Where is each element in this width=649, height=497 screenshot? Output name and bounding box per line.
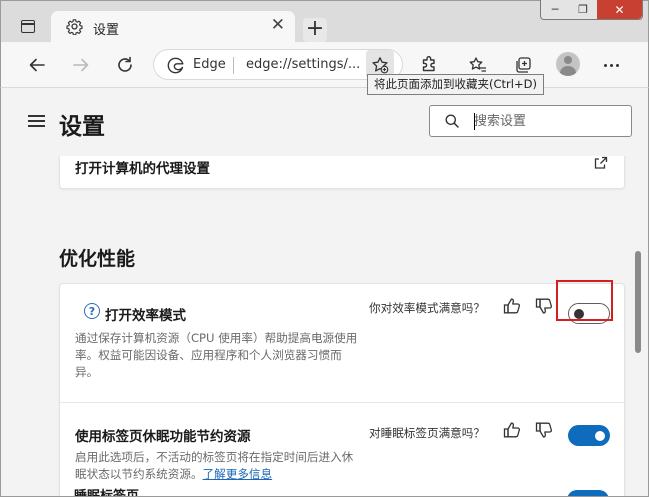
sleeping-tabs-toggle[interactable] bbox=[568, 425, 610, 446]
settings-content: 打开计算机的代理设置 优化性能 ? 打开效率模式 通过保存计算机资源（CPU 使… bbox=[0, 156, 649, 497]
collections-icon bbox=[516, 57, 531, 73]
thumbs-up-icon[interactable] bbox=[502, 420, 522, 440]
thumbs-down-icon[interactable] bbox=[534, 420, 554, 440]
restore-button[interactable]: ❐ bbox=[569, 0, 597, 19]
help-icon[interactable]: ? bbox=[84, 303, 100, 319]
tab-title: 设置 bbox=[93, 23, 120, 38]
refresh-icon bbox=[118, 56, 132, 72]
external-link-icon[interactable] bbox=[594, 156, 608, 170]
sleeping-tabs-title: 使用标签页休眠功能节约资源 bbox=[75, 429, 251, 445]
minimize-button[interactable]: ─ bbox=[541, 0, 569, 19]
edge-logo-icon bbox=[167, 57, 184, 74]
efficiency-mode-title: 打开效率模式 bbox=[105, 308, 186, 324]
sleeping-tabs-feedback-question: 对睡眠标签页满意吗？ bbox=[369, 426, 485, 440]
thumbs-down-icon[interactable] bbox=[534, 296, 554, 316]
efficiency-mode-description: 通过保存计算机资源（CPU 使用率）帮助提高电源使用率。权益可能因设备、应用程序… bbox=[75, 331, 358, 379]
new-tab-button[interactable]: + bbox=[303, 18, 327, 42]
next-setting-toggle[interactable] bbox=[567, 490, 609, 496]
page-title: 设置 bbox=[59, 114, 105, 140]
star-add-icon bbox=[372, 56, 389, 73]
efficiency-feedback-question: 你对效率模式满意吗？ bbox=[369, 301, 485, 315]
toggle-knob bbox=[595, 430, 605, 441]
performance-card: ? 打开效率模式 通过保存计算机资源（CPU 使用率）帮助提高电源使用率。权益可… bbox=[59, 283, 625, 496]
url-text[interactable]: edge://settings/... bbox=[246, 57, 360, 72]
scrollbar[interactable] bbox=[633, 156, 645, 496]
address-bar[interactable]: Edge edge://settings/... bbox=[153, 49, 403, 80]
toolbar: Edge edge://settings/... bbox=[0, 42, 649, 88]
back-button[interactable] bbox=[23, 51, 51, 79]
efficiency-mode-row: ? 打开效率模式 通过保存计算机资源（CPU 使用率）帮助提高电源使用率。权益可… bbox=[60, 284, 624, 403]
search-box[interactable] bbox=[429, 105, 632, 137]
tab-settings[interactable]: 设置 ✕ bbox=[51, 11, 295, 43]
next-setting-title: 睡眠标签页... bbox=[74, 489, 154, 497]
puzzle-icon bbox=[422, 56, 435, 72]
address-divider bbox=[233, 57, 234, 74]
site-label: Edge bbox=[193, 57, 226, 72]
arrow-right-icon bbox=[73, 58, 89, 72]
favorites-icon bbox=[469, 57, 486, 72]
scroll-thumb[interactable] bbox=[635, 251, 641, 353]
window-controls: ─ ❐ ✕ bbox=[540, 0, 643, 20]
sleeping-tabs-row: 使用标签页休眠功能节约资源 启用此选项后，不活动的标签页将在指定时间后进入休眠状… bbox=[60, 403, 624, 496]
highlight-annotation bbox=[556, 280, 613, 321]
proxy-settings-card[interactable]: 打开计算机的代理设置 bbox=[59, 156, 625, 189]
tab-actions-icon[interactable] bbox=[21, 20, 35, 33]
search-input[interactable] bbox=[474, 111, 624, 131]
close-tab-icon[interactable]: ✕ bbox=[271, 17, 285, 34]
more-options-icon[interactable] bbox=[597, 51, 625, 79]
refresh-button[interactable] bbox=[111, 51, 139, 79]
settings-header: 设置 bbox=[0, 88, 649, 156]
text-caret bbox=[474, 113, 475, 130]
forward-button[interactable] bbox=[67, 51, 95, 79]
favorite-tooltip: 将此页面添加到收藏夹(Ctrl+D) bbox=[367, 74, 544, 95]
gear-icon bbox=[66, 19, 83, 35]
menu-icon[interactable] bbox=[28, 115, 45, 127]
learn-more-link[interactable]: 了解更多信息 bbox=[203, 467, 273, 481]
sleeping-tabs-description: 启用此选项后，不活动的标签页将在指定时间后进入休眠状态以节约系统资源。了解更多信… bbox=[75, 449, 358, 483]
proxy-settings-label: 打开计算机的代理设置 bbox=[75, 161, 210, 177]
section-title: 优化性能 bbox=[59, 248, 136, 270]
profile-avatar[interactable] bbox=[556, 52, 580, 76]
arrow-left-icon bbox=[29, 58, 45, 72]
thumbs-up-icon[interactable] bbox=[502, 296, 522, 316]
search-icon bbox=[445, 114, 459, 128]
close-window-button[interactable]: ✕ bbox=[597, 0, 643, 19]
tab-strip: 设置 ✕ + ─ ❐ ✕ bbox=[0, 0, 649, 43]
